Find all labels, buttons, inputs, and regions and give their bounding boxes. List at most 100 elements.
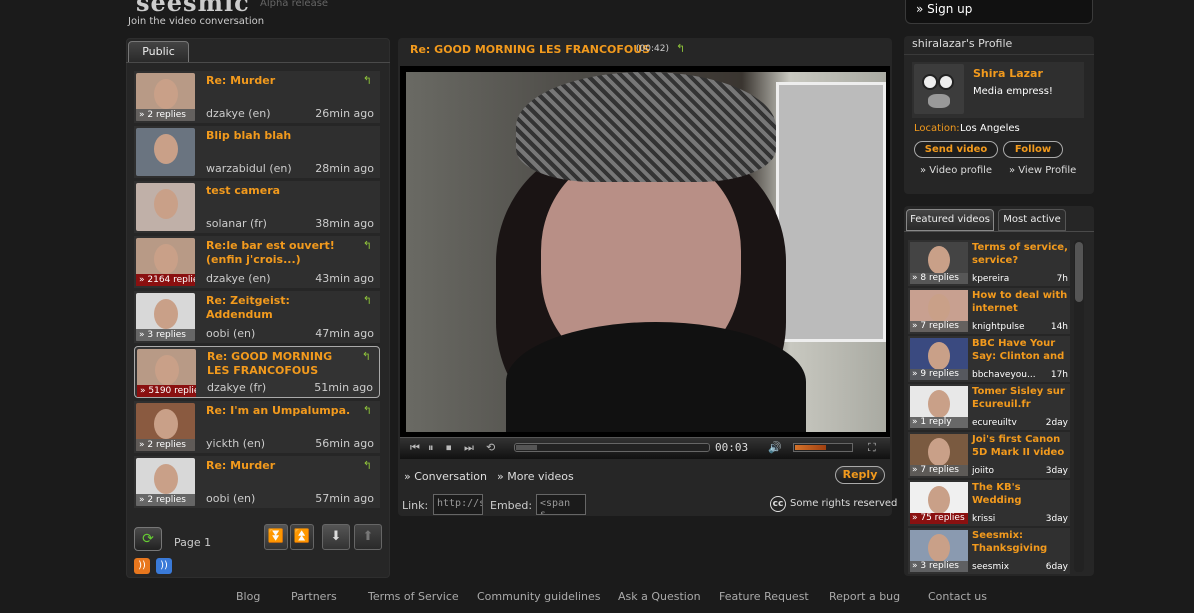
- reply-icon[interactable]: ↰: [363, 74, 372, 87]
- conversation-user[interactable]: warzabidul (en): [206, 162, 292, 175]
- page-first-button[interactable]: ⏫: [290, 524, 314, 550]
- rss-alt-feed-icon[interactable]: )): [156, 558, 172, 574]
- conversation-title[interactable]: Re: GOOD MORNING LES FRANCOFOUS: [207, 350, 357, 378]
- featured-item[interactable]: » 1 reply Tomer Sisley sur Ecureuil.fr ecu…: [908, 384, 1070, 430]
- profile-name[interactable]: Shira Lazar: [973, 67, 1043, 80]
- footer-link[interactable]: Partners: [291, 590, 337, 603]
- conversation-title[interactable]: Re:le bar est ouvert! (enfin j'crois...): [206, 239, 356, 267]
- featured-item[interactable]: » 3 replies Seesmix: Thanksgiving seesmix 6…: [908, 528, 1070, 574]
- reply-icon[interactable]: ↰: [363, 459, 372, 472]
- featured-title[interactable]: Terms of service, service?: [972, 241, 1068, 267]
- replies-badge[interactable]: » 5190 replies: [137, 385, 196, 397]
- featured-user[interactable]: bbchaveyou...: [972, 370, 1036, 380]
- replies-badge[interactable]: » 2 replies: [136, 439, 195, 451]
- replies-badge[interactable]: » 75 replies: [910, 513, 968, 524]
- stop-icon[interactable]: ⏹: [446, 441, 452, 455]
- featured-item[interactable]: » 7 replies How to deal with internet knig…: [908, 288, 1070, 334]
- conversation-title[interactable]: Re: Murder: [206, 74, 356, 88]
- tab-public[interactable]: Public: [128, 41, 189, 63]
- footer-link[interactable]: Community guidelines: [477, 590, 601, 603]
- replies-badge[interactable]: » 2 replies: [136, 494, 195, 506]
- tab-featured-videos[interactable]: Featured videos: [906, 209, 994, 231]
- conversation-user[interactable]: solanar (fr): [206, 217, 267, 230]
- replies-badge[interactable]: » 7 replies: [910, 321, 968, 332]
- conversation-user[interactable]: dzakye (fr): [207, 381, 266, 394]
- featured-user[interactable]: krissi: [972, 514, 995, 524]
- progress-bar[interactable]: [514, 443, 710, 452]
- page-last-button[interactable]: ⏬: [264, 524, 288, 550]
- featured-scrollbar-thumb[interactable]: [1075, 242, 1083, 302]
- reply-icon[interactable]: ↰: [363, 294, 372, 307]
- replies-badge[interactable]: » 8 replies: [910, 273, 968, 284]
- conversation-user[interactable]: oobi (en): [206, 492, 255, 505]
- conversation-title[interactable]: Re: I'm an Umpalumpa.: [206, 404, 356, 418]
- replies-badge[interactable]: » 9 replies: [910, 369, 968, 380]
- prev-icon[interactable]: ⏮: [410, 441, 420, 455]
- video-profile-link[interactable]: » Video profile: [920, 165, 992, 176]
- avatar[interactable]: [914, 64, 964, 114]
- reply-button[interactable]: Reply: [835, 466, 885, 484]
- fullscreen-icon[interactable]: ⛶: [868, 441, 876, 455]
- conversation-title[interactable]: Re: Zeitgeist: Addendum: [206, 294, 356, 322]
- conversation-item[interactable]: test camera solanar (fr) 38min ago: [134, 181, 380, 233]
- replies-badge[interactable]: » 3 replies: [136, 329, 195, 341]
- reply-icon[interactable]: ↰: [363, 404, 372, 417]
- video-thumbnail[interactable]: [136, 183, 195, 231]
- video-title[interactable]: Re: GOOD MORNING LES FRANCOFOUS: [410, 43, 650, 56]
- featured-title[interactable]: Joi's first Canon 5D Mark II video: [972, 433, 1068, 459]
- featured-item[interactable]: » 9 replies BBC Have Your Say: Clinton an…: [908, 336, 1070, 382]
- view-profile-link[interactable]: » View Profile: [1009, 165, 1076, 176]
- featured-item[interactable]: » 7 replies Joi's first Canon 5D Mark II …: [908, 432, 1070, 478]
- featured-item[interactable]: » 8 replies Terms of service, service? kpe…: [908, 240, 1070, 286]
- rights-link[interactable]: Some rights reserved: [790, 498, 897, 509]
- link-field[interactable]: http://s: [433, 494, 483, 515]
- follow-button[interactable]: Follow: [1003, 141, 1063, 158]
- video-frame-image[interactable]: [406, 72, 886, 432]
- conversation-user[interactable]: dzakye (en): [206, 107, 271, 120]
- conversation-title[interactable]: Re: Murder: [206, 459, 356, 473]
- replies-badge[interactable]: » 1 reply: [910, 417, 968, 428]
- seesmic-logo[interactable]: seesmic: [136, 0, 250, 17]
- conversation-item[interactable]: » 2 replies Re: Murder ↰ dzakye (en) 26min a…: [134, 71, 380, 123]
- replies-badge[interactable]: » 7 replies: [910, 465, 968, 476]
- volume-icon[interactable]: 🔊: [768, 441, 782, 454]
- reply-icon[interactable]: ↰: [363, 239, 372, 252]
- reply-icon[interactable]: ↰: [676, 42, 685, 55]
- featured-title[interactable]: How to deal with internet: [972, 289, 1068, 315]
- conversation-user[interactable]: oobi (en): [206, 327, 255, 340]
- tab-most-active[interactable]: Most active: [998, 209, 1066, 231]
- conversation-user[interactable]: yickth (en): [206, 437, 265, 450]
- footer-link[interactable]: Ask a Question: [618, 590, 701, 603]
- embed-field[interactable]: <span s: [536, 494, 586, 515]
- featured-user[interactable]: kpereira: [972, 274, 1009, 284]
- featured-user[interactable]: ecureuiltv: [972, 418, 1017, 428]
- featured-title[interactable]: The KB's Wedding: [972, 481, 1068, 507]
- footer-link[interactable]: Blog: [236, 590, 260, 603]
- creative-commons-icon[interactable]: cc: [770, 496, 786, 512]
- footer-link[interactable]: Contact us: [928, 590, 987, 603]
- featured-user[interactable]: knightpulse: [972, 322, 1025, 332]
- featured-title[interactable]: Seesmix: Thanksgiving: [972, 529, 1068, 555]
- page-prev-button[interactable]: ⬆: [354, 524, 382, 550]
- conversation-title[interactable]: Blip blah blah: [206, 129, 356, 143]
- featured-item[interactable]: » 75 replies The KB's Wedding krissi 3day: [908, 480, 1070, 526]
- footer-link[interactable]: Feature Request: [719, 590, 809, 603]
- conversation-title[interactable]: test camera: [206, 184, 356, 198]
- next-icon[interactable]: ⏭: [464, 441, 474, 455]
- featured-title[interactable]: BBC Have Your Say: Clinton and: [972, 337, 1068, 363]
- conversation-item[interactable]: » 2164 replies Re:le bar est ouvert! (enf…: [134, 236, 380, 288]
- replies-badge[interactable]: » 2 replies: [136, 109, 195, 121]
- conversation-user[interactable]: dzakye (en): [206, 272, 271, 285]
- footer-link[interactable]: Report a bug: [829, 590, 900, 603]
- conversation-item[interactable]: » 3 replies Re: Zeitgeist: Addendum ↰ oobi …: [134, 291, 380, 343]
- footer-link[interactable]: Terms of Service: [368, 590, 459, 603]
- conversation-link[interactable]: » Conversation: [404, 470, 487, 483]
- more-videos-link[interactable]: » More videos: [497, 470, 574, 483]
- replies-badge[interactable]: » 2164 replies: [136, 274, 195, 286]
- send-video-button[interactable]: Send video: [914, 141, 998, 158]
- rss-feed-icon[interactable]: )): [134, 558, 150, 574]
- loop-icon[interactable]: ⟲: [486, 441, 495, 454]
- featured-title[interactable]: Tomer Sisley sur Ecureuil.fr: [972, 385, 1068, 411]
- page-next-button[interactable]: ⬇: [322, 524, 350, 550]
- conversation-item[interactable]: Blip blah blah warzabidul (en) 28min ago: [134, 126, 380, 178]
